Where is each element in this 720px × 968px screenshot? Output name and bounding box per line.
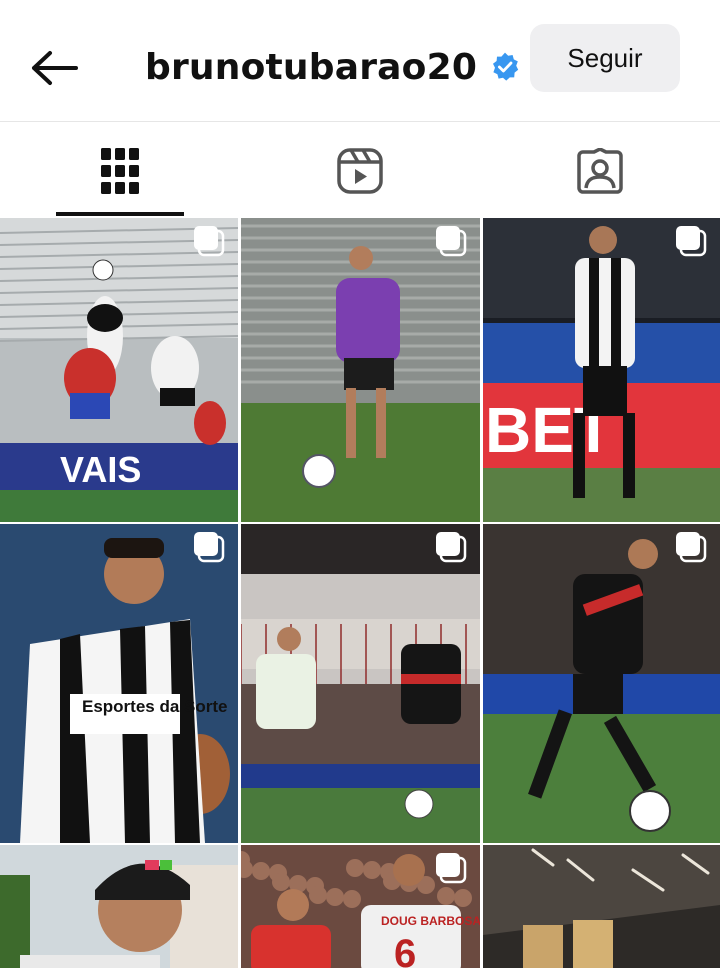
post-image bbox=[241, 524, 480, 843]
carousel-icon bbox=[676, 226, 707, 257]
username: brunotubarao20 bbox=[145, 46, 478, 88]
profile-title: brunotubarao20 bbox=[145, 40, 521, 94]
grid-icon bbox=[101, 147, 139, 194]
post-tile[interactable] bbox=[0, 845, 238, 968]
verified-badge-icon bbox=[493, 52, 519, 81]
post-image: Esportes da Sorte bbox=[0, 524, 238, 843]
svg-text:6: 6 bbox=[394, 932, 416, 968]
post-image bbox=[241, 218, 480, 522]
profile-header: brunotubarao20 Seguir bbox=[0, 0, 720, 122]
post-image bbox=[483, 845, 720, 968]
carousel-icon bbox=[436, 532, 467, 563]
carousel-icon bbox=[436, 853, 467, 884]
post-tile[interactable] bbox=[241, 218, 480, 522]
post-image: BET bbox=[483, 218, 720, 522]
post-tile[interactable]: BET bbox=[483, 218, 720, 522]
posts-grid: VAIS BET Esportes da Sorte DOUG BARBOSA … bbox=[0, 218, 720, 968]
sponsor-text: DOUG BARBOSA bbox=[381, 914, 480, 928]
follow-button[interactable]: Seguir bbox=[530, 24, 680, 92]
post-tile[interactable]: Esportes da Sorte bbox=[0, 524, 238, 843]
active-tab-indicator bbox=[56, 212, 184, 216]
arrow-left-icon bbox=[32, 51, 78, 85]
tagged-person-icon bbox=[577, 147, 623, 194]
post-tile[interactable]: DOUG BARBOSA 6 bbox=[241, 845, 480, 968]
reels-icon bbox=[337, 147, 383, 194]
post-image bbox=[483, 524, 720, 843]
tab-tagged[interactable] bbox=[536, 123, 664, 218]
post-image: VAIS bbox=[0, 218, 238, 522]
profile-tabs bbox=[0, 123, 720, 218]
carousel-icon bbox=[194, 226, 225, 257]
carousel-icon bbox=[676, 532, 707, 563]
post-tile[interactable]: VAIS bbox=[0, 218, 238, 522]
tab-posts[interactable] bbox=[56, 123, 184, 218]
back-button[interactable] bbox=[26, 44, 82, 92]
post-image bbox=[0, 845, 238, 968]
carousel-icon bbox=[436, 226, 467, 257]
post-tile[interactable] bbox=[241, 524, 480, 843]
post-tile[interactable] bbox=[483, 524, 720, 843]
post-tile[interactable] bbox=[483, 845, 720, 968]
sponsor-text: Esportes da Sorte bbox=[82, 697, 228, 716]
tab-reels[interactable] bbox=[296, 123, 424, 218]
sponsor-text: VAIS bbox=[60, 449, 141, 490]
carousel-icon bbox=[194, 532, 225, 563]
